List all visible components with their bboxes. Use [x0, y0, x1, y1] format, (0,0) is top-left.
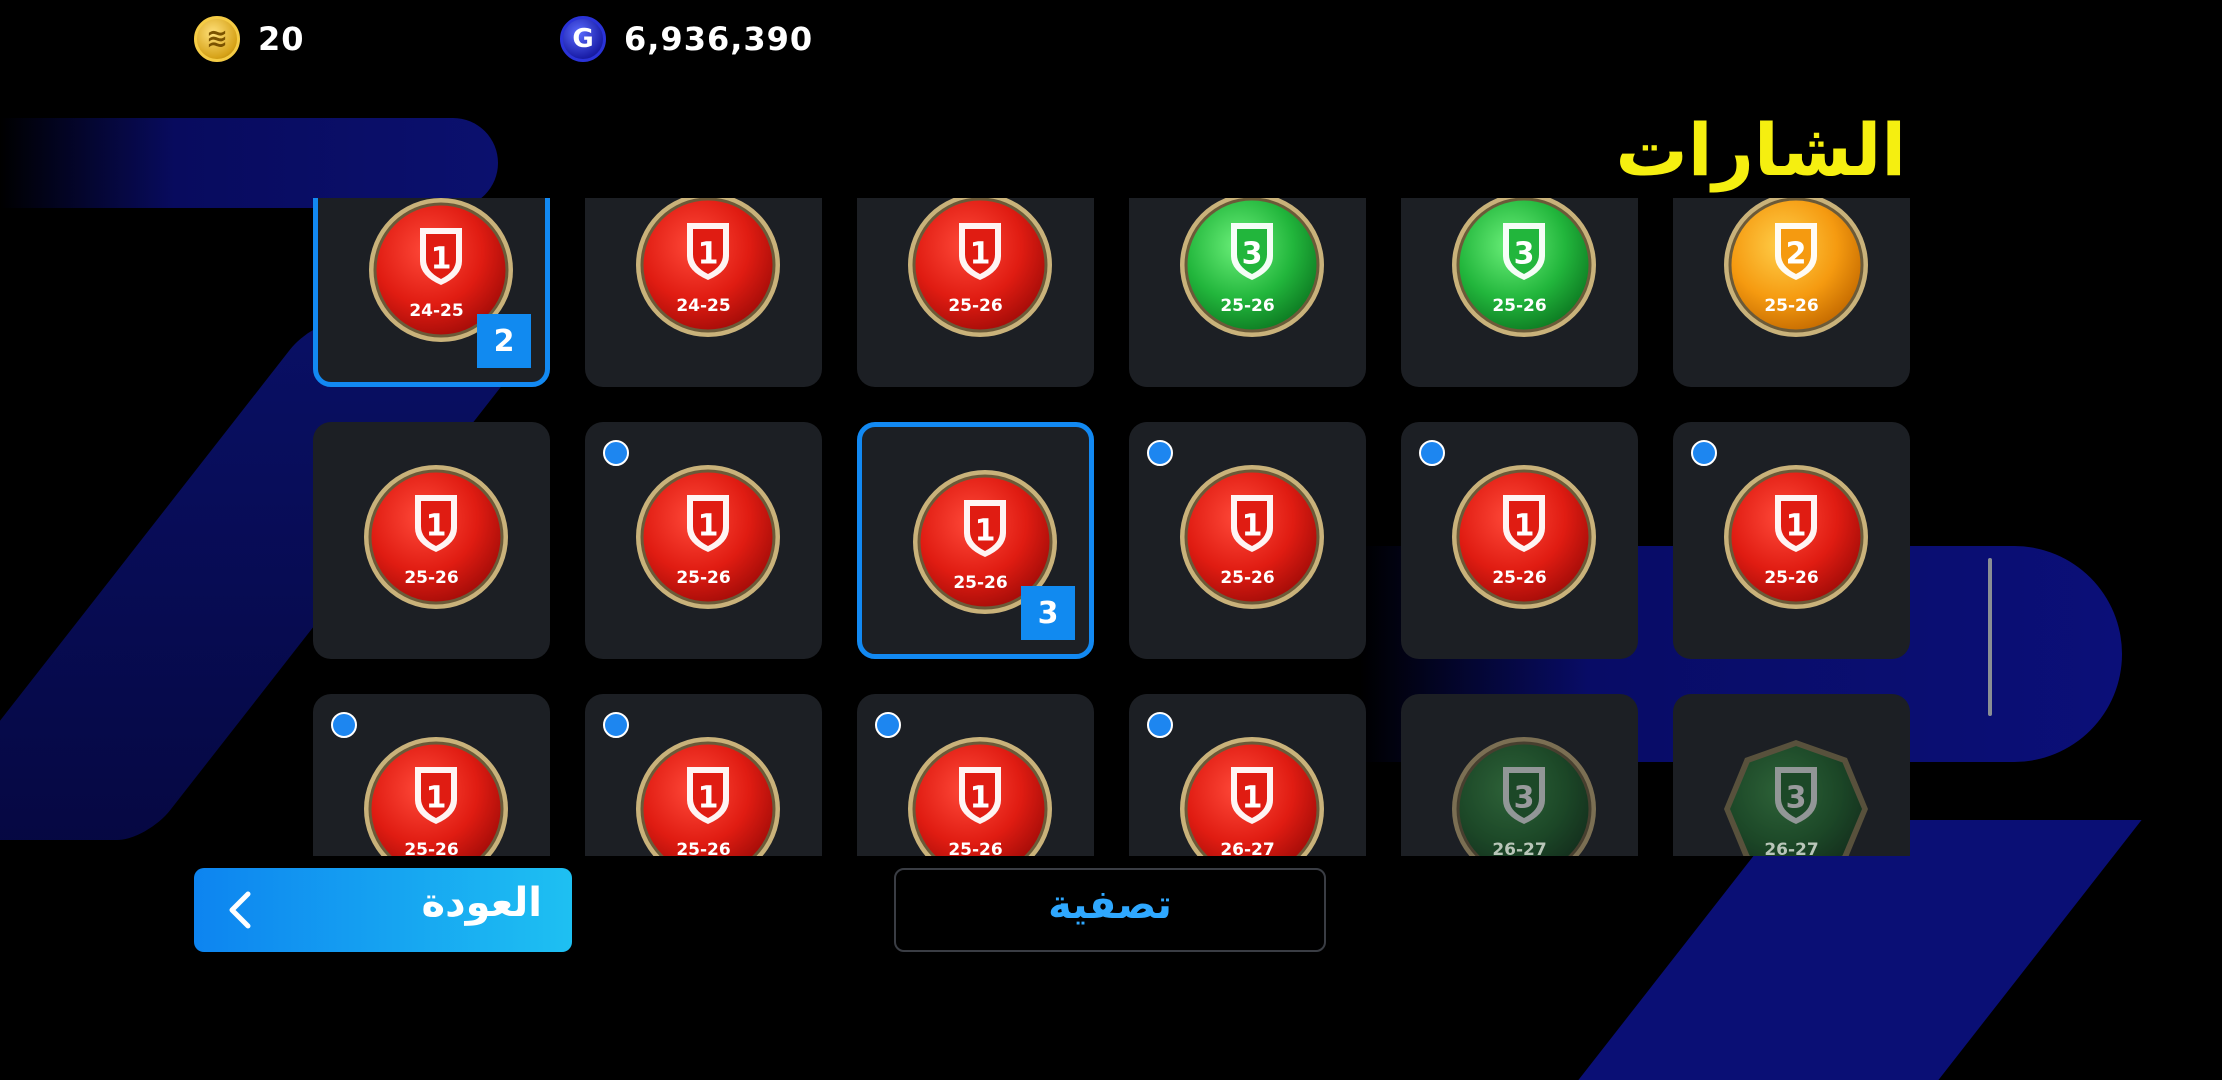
badge-tile[interactable]: 3 26-27	[1673, 694, 1910, 856]
new-indicator-dot	[331, 712, 357, 738]
badge-rank: 1	[698, 781, 719, 816]
badge-season-label: 26-27	[1220, 840, 1275, 856]
background-band-top	[0, 118, 498, 208]
efootball-coin-icon: ≋	[194, 16, 240, 62]
badge-medal-icon: 1	[364, 465, 508, 609]
badge-rank: 1	[970, 781, 991, 816]
badge-rank: 1	[698, 509, 719, 544]
badge-tile[interactable]: 1 25-26	[1129, 422, 1366, 659]
badge-season-label: 25-26	[948, 840, 1003, 856]
chevron-left-icon	[229, 891, 251, 929]
badge-tile[interactable]: 1 25-26	[313, 422, 550, 659]
scrollbar[interactable]	[1988, 558, 1992, 716]
badge-season-label: 25-26	[1764, 568, 1819, 588]
badge-tile[interactable]: 3 26-27	[1401, 694, 1638, 856]
badge-medal-icon: 2	[1724, 198, 1868, 337]
badge-season-label: 24-25	[676, 296, 731, 316]
badge-season-label: 25-26	[676, 840, 731, 856]
badge-tile[interactable]: 1 25-26	[857, 198, 1094, 387]
badge-medal-icon: 3	[1724, 740, 1868, 856]
new-indicator-dot	[603, 712, 629, 738]
badge-rank: 1	[426, 509, 447, 544]
gp-coin-icon: G	[560, 16, 606, 62]
back-button[interactable]: العودة	[194, 868, 572, 952]
badge-rank: 3	[1242, 237, 1263, 272]
badge-medal-icon: 3	[1452, 198, 1596, 337]
filter-button[interactable]: تصفية	[894, 868, 1326, 952]
new-indicator-dot	[1691, 440, 1717, 466]
badge-rank: 3	[1786, 781, 1807, 816]
badge-count: 3	[1021, 586, 1075, 640]
badge-tile[interactable]: 1 26-27	[1129, 694, 1366, 856]
background-diagonal-bottom	[1578, 820, 2142, 1080]
badge-season-label: 25-26	[404, 840, 459, 856]
badge-tile[interactable]: 1 25-26	[585, 694, 822, 856]
badge-tile[interactable]: 1 25-26	[857, 694, 1094, 856]
badge-season-label: 25-26	[676, 568, 731, 588]
badge-rank: 1	[1242, 509, 1263, 544]
page-title: الشارات	[1615, 108, 1907, 192]
badge-medal-icon: 1	[1180, 465, 1324, 609]
badge-tile[interactable]: 1 25-26 3	[857, 422, 1094, 659]
coins-value: 20	[258, 20, 305, 58]
badge-medal-icon: 1	[1452, 465, 1596, 609]
badge-season-label: 26-27	[1764, 840, 1819, 856]
badge-season-label: 25-26	[1220, 296, 1275, 316]
badge-medal-icon: 1	[636, 465, 780, 609]
new-indicator-dot	[875, 712, 901, 738]
new-indicator-dot	[1147, 712, 1173, 738]
badge-season-label: 25-26	[948, 296, 1003, 316]
badge-tile[interactable]: 2 25-26	[1673, 198, 1910, 387]
badge-medal-icon: 3	[1452, 737, 1596, 856]
badge-rank: 1	[698, 237, 719, 272]
coins-balance: ≋ 20	[194, 16, 305, 62]
badge-season-label: 26-27	[1492, 840, 1547, 856]
filter-label: تصفية	[1048, 882, 1172, 928]
badge-grid-viewport[interactable]: 1 24-25 2 1 24-25 1 25-26 3 25-26 3 25-26 2 25-26 1 25…	[300, 198, 1930, 856]
new-indicator-dot	[1419, 440, 1445, 466]
badge-medal-icon: 1	[908, 737, 1052, 856]
badge-tile[interactable]: 1 25-26	[1401, 422, 1638, 659]
badge-tile[interactable]: 1 25-26	[1673, 422, 1910, 659]
badge-tile[interactable]: 3 25-26	[1401, 198, 1638, 387]
badge-medal-icon: 1	[636, 198, 780, 337]
badge-season-label: 25-26	[404, 568, 459, 588]
badge-rank: 1	[426, 781, 447, 816]
badge-medal-icon: 1	[364, 737, 508, 856]
badge-medal-icon: 1	[636, 737, 780, 856]
badge-tile[interactable]: 1 25-26	[585, 422, 822, 659]
badge-rank: 1	[975, 514, 996, 549]
badge-tile[interactable]: 1 24-25	[585, 198, 822, 387]
badge-tile[interactable]: 1 25-26	[313, 694, 550, 856]
new-indicator-dot	[1147, 440, 1173, 466]
badge-rank: 3	[1514, 781, 1535, 816]
badge-season-label: 25-26	[1220, 568, 1275, 588]
badge-rank: 2	[1786, 237, 1807, 272]
badge-season-label: 25-26	[1492, 568, 1547, 588]
badge-medal-icon: 1	[1180, 737, 1324, 856]
badge-season-label: 25-26	[1492, 296, 1547, 316]
badge-rank: 1	[970, 237, 991, 272]
gp-value: 6,936,390	[624, 20, 814, 58]
back-label: العودة	[421, 880, 542, 926]
new-indicator-dot	[603, 440, 629, 466]
badge-medal-icon: 1	[908, 198, 1052, 337]
badge-rank: 1	[1514, 509, 1535, 544]
badge-season-label: 25-26	[1764, 296, 1819, 316]
badge-rank: 1	[1242, 781, 1263, 816]
top-bar: ≋ 20 G 6,936,390	[0, 0, 2222, 80]
badge-tile[interactable]: 1 24-25 2	[313, 198, 550, 387]
badge-rank: 1	[431, 242, 452, 277]
badge-medal-icon: 3	[1180, 198, 1324, 337]
gp-balance: G 6,936,390	[560, 16, 813, 62]
badge-rank: 1	[1786, 509, 1807, 544]
badge-medal-icon: 1	[1724, 465, 1868, 609]
badge-tile[interactable]: 3 25-26	[1129, 198, 1366, 387]
badge-count: 2	[477, 314, 531, 368]
badge-rank: 3	[1514, 237, 1535, 272]
